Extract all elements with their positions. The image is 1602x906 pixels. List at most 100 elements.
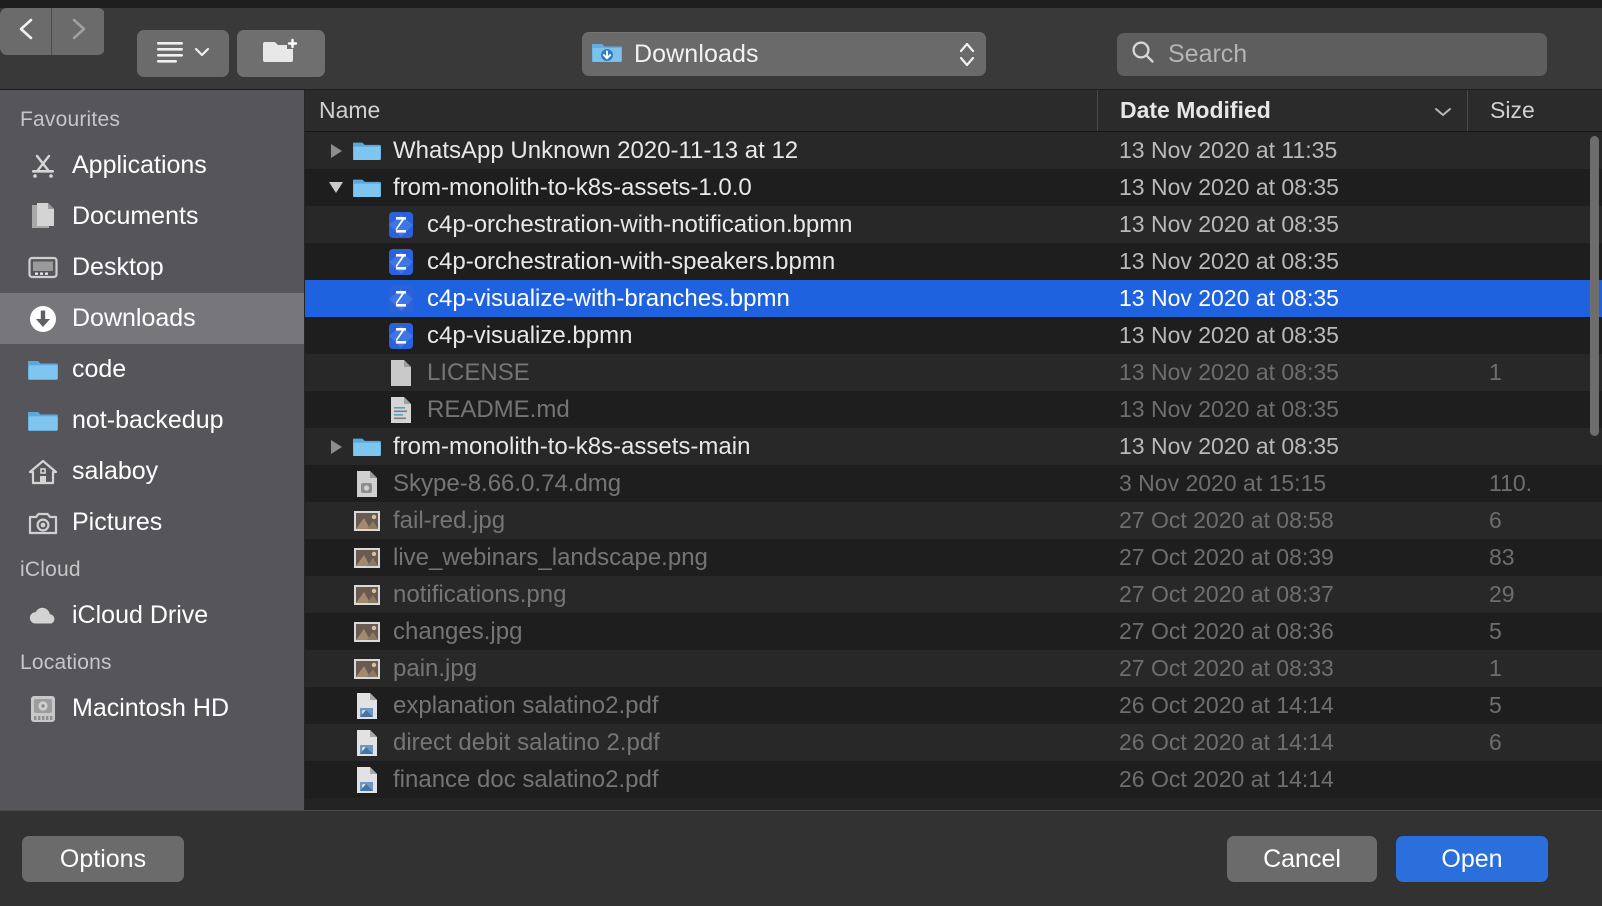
file-row[interactable]: pain.jpg 27 Oct 2020 at 08:33 1 <box>305 650 1602 687</box>
folder-icon <box>353 137 381 165</box>
sidebar-item-label: Downloads <box>72 304 196 332</box>
pdf-document-icon <box>353 692 381 720</box>
new-folder-button[interactable] <box>237 30 325 77</box>
documents-icon <box>28 202 58 232</box>
file-size-cell: 83 <box>1489 544 1515 570</box>
column-header-row: Name Date Modified Size <box>305 90 1602 132</box>
file-row[interactable]: changes.jpg 27 Oct 2020 at 08:36 5 <box>305 613 1602 650</box>
file-name-label: README.md <box>427 395 570 423</box>
search-input[interactable]: Search <box>1168 40 1247 69</box>
file-date-modified-cell: 26 Oct 2020 at 14:14 <box>1119 729 1334 755</box>
file-date-modified-cell: 27 Oct 2020 at 08:39 <box>1119 544 1334 570</box>
back-button[interactable] <box>0 8 52 55</box>
file-row[interactable]: notifications.png 27 Oct 2020 at 08:37 29 <box>305 576 1602 613</box>
file-date-modified-cell: 3 Nov 2020 at 15:15 <box>1119 470 1327 496</box>
file-name-label: finance doc salatino2.pdf <box>393 765 659 793</box>
file-date-modified-cell: 27 Oct 2020 at 08:36 <box>1119 618 1334 644</box>
sidebar-item-documents[interactable]: Documents <box>0 191 304 242</box>
file-row[interactable]: fail-red.jpg 27 Oct 2020 at 08:58 6 <box>305 502 1602 539</box>
search-icon <box>1130 39 1156 70</box>
file-row[interactable]: finance doc salatino2.pdf 26 Oct 2020 at … <box>305 761 1602 798</box>
forward-button[interactable] <box>52 8 104 55</box>
file-row[interactable]: from-monolith-to-k8s-assets-main 13 Nov 2… <box>305 428 1602 465</box>
cancel-button[interactable]: Cancel <box>1227 836 1377 882</box>
file-row[interactable]: README.md 13 Nov 2020 at 08:35 <box>305 391 1602 428</box>
folder-icon <box>353 174 381 202</box>
path-popup-button[interactable]: Downloads <box>582 32 986 76</box>
file-name-label: c4p-orchestration-with-notification.bpmn <box>427 210 853 238</box>
image-thumbnail-icon <box>353 581 381 609</box>
file-name-cell: c4p-visualize-with-branches.bpmn <box>305 285 1097 313</box>
downloads-folder-icon <box>591 40 623 69</box>
sidebar: Favourites Applications Documents Desktop Do… <box>0 90 305 810</box>
navigation-button-group <box>0 8 105 55</box>
file-row[interactable]: live_webinars_landscape.png 27 Oct 2020 a… <box>305 539 1602 576</box>
column-header-date-modified[interactable]: Date Modified <box>1097 90 1467 131</box>
file-date-modified-cell: 27 Oct 2020 at 08:58 <box>1119 507 1334 533</box>
sidebar-item-salaboy[interactable]: salaboy <box>0 446 304 497</box>
sidebar-item-downloads[interactable]: Downloads <box>0 293 304 344</box>
file-name-label: c4p-orchestration-with-speakers.bpmn <box>427 247 836 275</box>
dialog-footer: Options Cancel Open <box>0 810 1602 906</box>
file-name-cell: pain.jpg <box>305 655 1097 683</box>
sidebar-item-desktop[interactable]: Desktop <box>0 242 304 293</box>
sidebar-item-label: Documents <box>72 202 199 230</box>
file-size-cell: 6 <box>1489 729 1502 755</box>
file-name-cell: README.md <box>305 396 1097 424</box>
disclosure-triangle-expanded-icon[interactable] <box>319 182 353 193</box>
sidebar-item-macintosh-hd[interactable]: Macintosh HD <box>0 683 304 734</box>
file-row[interactable]: c4p-visualize-with-branches.bpmn 13 Nov 2… <box>305 280 1602 317</box>
new-folder-icon <box>263 36 299 71</box>
file-name-label: notifications.png <box>393 580 567 608</box>
options-button[interactable]: Options <box>22 836 184 882</box>
sidebar-section-header: Favourites <box>20 108 121 131</box>
desktop-icon <box>28 253 58 283</box>
file-date-modified-cell: 13 Nov 2020 at 08:35 <box>1119 322 1339 348</box>
open-file-dialog: Downloads Search Favourites Applications… <box>0 0 1602 906</box>
file-size-cell: 5 <box>1489 692 1502 718</box>
open-button[interactable]: Open <box>1396 836 1548 882</box>
file-size-cell: 5 <box>1489 618 1502 644</box>
sidebar-item-applications[interactable]: Applications <box>0 140 304 191</box>
view-options-button[interactable] <box>137 30 229 77</box>
file-row[interactable]: LICENSE 13 Nov 2020 at 08:35 1 <box>305 354 1602 391</box>
file-name-label: from-monolith-to-k8s-assets-main <box>393 432 751 460</box>
vertical-scrollbar[interactable] <box>1590 136 1599 806</box>
sidebar-item-not-backedup[interactable]: not-backedup <box>0 395 304 446</box>
file-name-cell: live_webinars_landscape.png <box>305 544 1097 572</box>
file-row[interactable]: direct debit salatino 2.pdf 26 Oct 2020 a… <box>305 724 1602 761</box>
file-row[interactable]: Skype-8.66.0.74.dmg 3 Nov 2020 at 15:15 11… <box>305 465 1602 502</box>
scrollbar-thumb[interactable] <box>1590 136 1599 436</box>
file-date-modified-cell: 26 Oct 2020 at 14:14 <box>1119 692 1334 718</box>
file-name-label: live_webinars_landscape.png <box>393 543 708 571</box>
sidebar-item-icloud-drive[interactable]: iCloud Drive <box>0 590 304 641</box>
column-header-size[interactable]: Size <box>1467 90 1602 131</box>
markdown-document-icon <box>387 396 415 424</box>
applications-icon <box>28 151 58 181</box>
file-row[interactable]: explanation salatino2.pdf 26 Oct 2020 at … <box>305 687 1602 724</box>
file-date-modified-cell: 13 Nov 2020 at 11:35 <box>1119 137 1338 163</box>
search-field[interactable]: Search <box>1117 33 1547 76</box>
file-name-cell: c4p-orchestration-with-speakers.bpmn <box>305 248 1097 276</box>
file-date-modified-cell: 13 Nov 2020 at 08:35 <box>1119 174 1339 200</box>
file-name-cell: notifications.png <box>305 581 1097 609</box>
file-name-label: explanation salatino2.pdf <box>393 691 659 719</box>
file-row[interactable]: c4p-orchestration-with-speakers.bpmn 13 N… <box>305 243 1602 280</box>
sidebar-item-label: Macintosh HD <box>72 694 229 722</box>
column-header-name[interactable]: Name <box>305 90 1097 131</box>
image-thumbnail-icon <box>353 618 381 646</box>
file-row[interactable]: c4p-orchestration-with-notification.bpmn… <box>305 206 1602 243</box>
file-row[interactable]: from-monolith-to-k8s-assets-1.0.0 13 Nov … <box>305 169 1602 206</box>
file-row[interactable]: WhatsApp Unknown 2020-11-13 at 12 13 Nov … <box>305 132 1602 169</box>
pdf-document-icon <box>353 729 381 757</box>
sidebar-item-code[interactable]: code <box>0 344 304 395</box>
sidebar-item-label: Applications <box>72 151 207 179</box>
file-name-label: Skype-8.66.0.74.dmg <box>393 469 622 497</box>
disclosure-triangle-collapsed-icon[interactable] <box>319 143 353 158</box>
sidebar-item-pictures[interactable]: Pictures <box>0 497 304 548</box>
bpmn-file-icon <box>387 248 415 276</box>
up-down-stepper-icon[interactable] <box>958 42 976 67</box>
file-name-cell: explanation salatino2.pdf <box>305 692 1097 720</box>
disclosure-triangle-collapsed-icon[interactable] <box>319 439 353 454</box>
file-row[interactable]: c4p-visualize.bpmn 13 Nov 2020 at 08:35 <box>305 317 1602 354</box>
